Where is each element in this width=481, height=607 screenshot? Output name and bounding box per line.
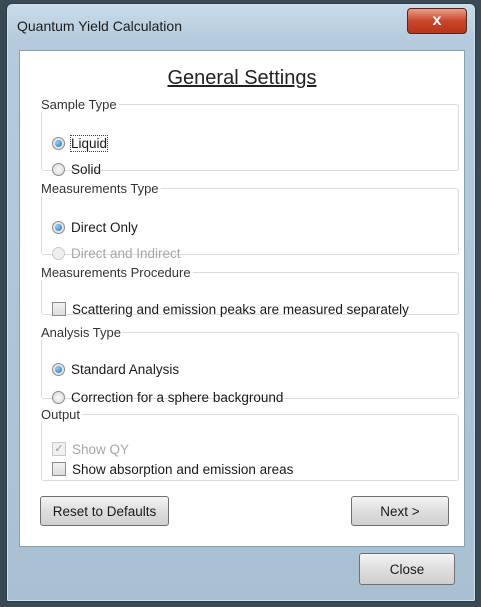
radio-sphere-background[interactable]: Correction for a sphere background [52,388,283,406]
output-legend: Output [41,407,81,422]
checkbox-unchecked-icon [52,302,66,316]
next-button[interactable]: Next > [351,496,449,526]
radio-direct-and-indirect: Direct and Indirect [52,244,181,262]
checkbox-show-areas[interactable]: Show absorption and emission areas [52,460,293,478]
radio-liquid-label: Liquid [69,134,109,152]
radio-selected-icon [52,362,65,376]
checkbox-show-qy: ✓ Show QY [52,440,129,458]
radio-selected-icon [52,136,65,150]
radio-direct-only-label: Direct Only [71,219,138,235]
analysis-type-legend: Analysis Type [41,325,121,340]
radio-solid[interactable]: Solid [52,160,101,178]
radio-unselected-icon [52,390,65,404]
sample-type-legend: Sample Type [41,97,117,112]
radio-direct-and-indirect-label: Direct and Indirect [71,245,181,261]
page-title: General Settings [167,67,317,89]
settings-panel: General Settings Sample Type Liquid Soli… [19,50,465,547]
checkbox-separate-peaks[interactable]: Scattering and emission peaks are measur… [52,300,409,318]
radio-standard-analysis-label: Standard Analysis [71,361,180,377]
radio-standard-analysis[interactable]: Standard Analysis [52,360,179,378]
checkbox-checked-disabled-icon: ✓ [52,442,66,456]
measurements-type-legend: Measurements Type [41,181,159,196]
reset-to-defaults-button[interactable]: Reset to Defaults [40,496,169,526]
checkbox-show-qy-label: Show QY [72,441,130,457]
radio-disabled-icon [52,246,65,260]
radio-liquid[interactable]: Liquid [52,134,109,152]
radio-sphere-background-label: Correction for a sphere background [71,389,284,405]
sample-type-group: Sample Type Liquid Solid [41,97,459,177]
window-title: Quantum Yield Calculation [17,18,182,34]
close-button[interactable]: Close [359,553,455,585]
measurements-procedure-group: Measurements Procedure Scattering and em… [41,265,459,318]
close-icon[interactable]: x [407,8,467,34]
checkbox-show-areas-label: Show absorption and emission areas [72,461,294,477]
checkbox-unchecked-icon [52,462,66,476]
checkbox-separate-peaks-label: Scattering and emission peaks are measur… [72,301,409,317]
radio-solid-label: Solid [71,161,102,177]
output-group: Output ✓ Show QY Show absorption and emi… [41,407,459,481]
dialog-window: Quantum Yield Calculation x General Sett… [6,3,476,602]
analysis-type-group: Analysis Type Standard Analysis Correcti… [41,325,459,405]
radio-selected-icon [52,220,65,234]
radio-direct-only[interactable]: Direct Only [52,218,138,236]
measurements-type-group: Measurements Type Direct Only Direct and… [41,181,459,261]
measurements-procedure-legend: Measurements Procedure [41,265,191,280]
radio-unselected-icon [52,162,65,176]
